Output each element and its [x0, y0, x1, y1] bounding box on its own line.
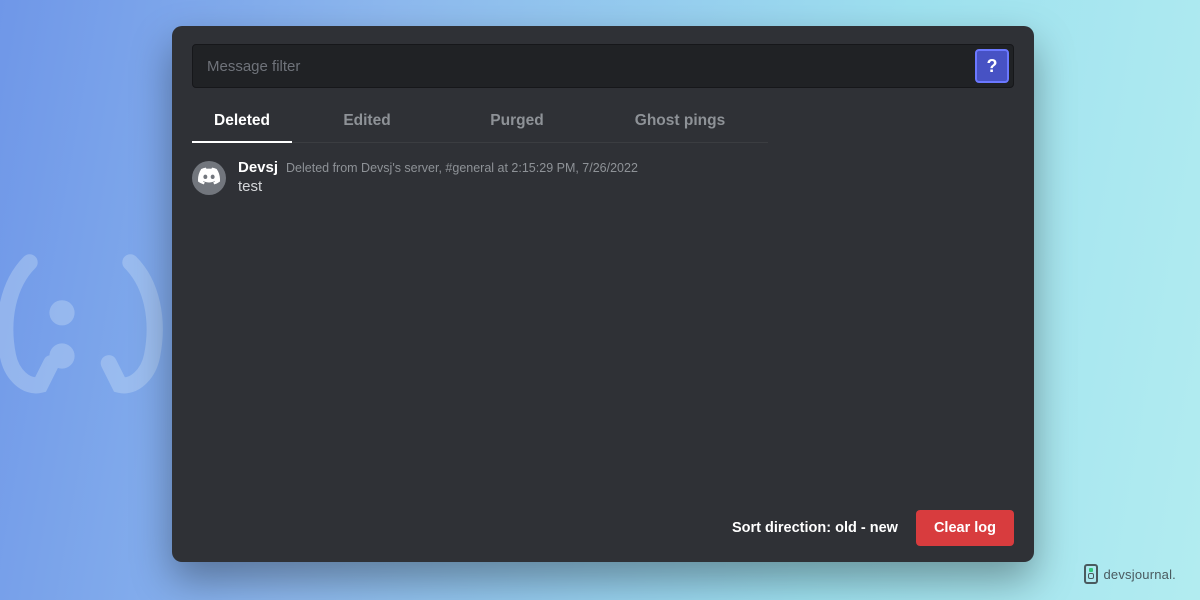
footer: Sort direction: old - new Clear log: [192, 500, 1014, 546]
message-header: Devsj Deleted from Devsj's server, #gene…: [238, 159, 1014, 176]
tab-edited[interactable]: Edited: [292, 102, 442, 142]
avatar: [192, 161, 226, 195]
discord-watermark-icon: [0, 220, 170, 420]
tab-deleted[interactable]: Deleted: [192, 102, 292, 142]
message-log-panel: ? Deleted Edited Purged Ghost pings Devs…: [172, 26, 1034, 562]
brand-text: devsjournal.: [1104, 567, 1177, 582]
help-button[interactable]: ?: [975, 49, 1009, 83]
clear-log-button[interactable]: Clear log: [916, 510, 1014, 546]
messages-list: Devsj Deleted from Devsj's server, #gene…: [192, 143, 1014, 500]
discord-icon: [198, 167, 220, 190]
message-author: Devsj: [238, 159, 278, 176]
sort-direction-toggle[interactable]: Sort direction: old - new: [732, 520, 898, 536]
search-row: ?: [192, 44, 1014, 88]
message-meta: Deleted from Devsj's server, #general at…: [286, 161, 638, 175]
tabs: Deleted Edited Purged Ghost pings: [192, 102, 768, 143]
message-filter-input[interactable]: [197, 49, 967, 83]
tab-purged[interactable]: Purged: [442, 102, 592, 142]
message-content: test: [238, 178, 1014, 195]
brand-mark: devsjournal.: [1084, 564, 1177, 584]
tab-ghost-pings[interactable]: Ghost pings: [592, 102, 768, 142]
message-body: Devsj Deleted from Devsj's server, #gene…: [238, 159, 1014, 195]
devsjournal-icon: [1084, 564, 1098, 584]
message-row: Devsj Deleted from Devsj's server, #gene…: [192, 159, 1014, 195]
